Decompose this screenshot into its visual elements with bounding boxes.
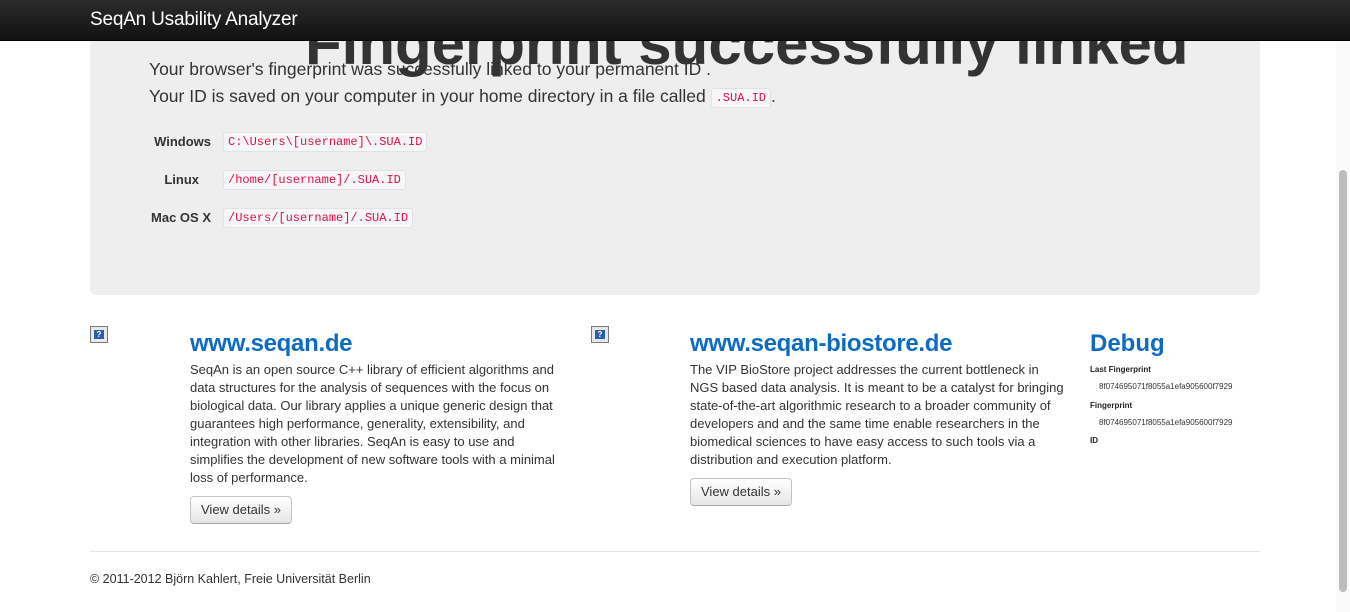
footer-copyright: © 2011-2012 Björn Kahlert, Freie Univers… bbox=[90, 572, 371, 586]
hero-line-saved-suffix: . bbox=[771, 86, 776, 106]
hero-line-linked: Your browser's fingerprint was successfu… bbox=[149, 59, 711, 79]
scrollbar-thumb[interactable] bbox=[1339, 170, 1347, 592]
id-filename-code: .SUA.ID bbox=[710, 88, 772, 108]
broken-image-icon: ? bbox=[591, 326, 609, 343]
brand-link[interactable]: SeqAn Usability Analyzer bbox=[90, 9, 298, 31]
os-label-windows: Windows bbox=[154, 134, 211, 149]
fingerprint-value: 8f074695071f8055a1efa905600f7929 bbox=[1099, 418, 1233, 427]
last-fingerprint-label: Last Fingerprint bbox=[1090, 365, 1151, 374]
top-navbar: SeqAn Usability Analyzer bbox=[0, 0, 1350, 41]
fingerprint-label: Fingerprint bbox=[1090, 401, 1133, 410]
biostore-description: The VIP BioStore project addresses the c… bbox=[690, 362, 1064, 467]
path-row-windows: Windows C:\Users\[username]\.SUA.ID bbox=[90, 131, 690, 153]
hero-line-saved-text: Your ID is saved on your computer in you… bbox=[149, 86, 706, 106]
hero-unit: Fingerprint successfully linked Your bro… bbox=[90, 10, 1260, 295]
biostore-title: www.seqan-biostore.de bbox=[690, 330, 953, 357]
os-label-linux: Linux bbox=[164, 172, 199, 187]
seqan-view-details-button[interactable]: View details » bbox=[190, 496, 292, 524]
biostore-view-details-button[interactable]: View details » bbox=[690, 478, 792, 506]
broken-image-icon: ? bbox=[90, 326, 108, 343]
debug-title: Debug bbox=[1090, 330, 1165, 357]
path-row-linux: Linux /home/[username]/.SUA.ID bbox=[90, 169, 690, 191]
path-row-macosx: Mac OS X /Users/[username]/.SUA.ID bbox=[90, 207, 690, 229]
hero-line-saved: Your ID is saved on your computer in you… bbox=[149, 84, 776, 110]
footer-divider bbox=[90, 551, 1260, 552]
path-macosx: /Users/[username]/.SUA.ID bbox=[223, 208, 414, 228]
path-windows: C:\Users\[username]\.SUA.ID bbox=[223, 132, 428, 152]
last-fingerprint-value: 8f074695071f8055a1efa905600f7929 bbox=[1099, 382, 1233, 391]
os-label-macosx: Mac OS X bbox=[151, 210, 211, 225]
path-linux: /home/[username]/.SUA.ID bbox=[223, 170, 406, 190]
id-label: ID bbox=[1090, 436, 1098, 445]
seqan-description: SeqAn is an open source C++ library of e… bbox=[190, 362, 555, 485]
seqan-title: www.seqan.de bbox=[190, 330, 353, 357]
